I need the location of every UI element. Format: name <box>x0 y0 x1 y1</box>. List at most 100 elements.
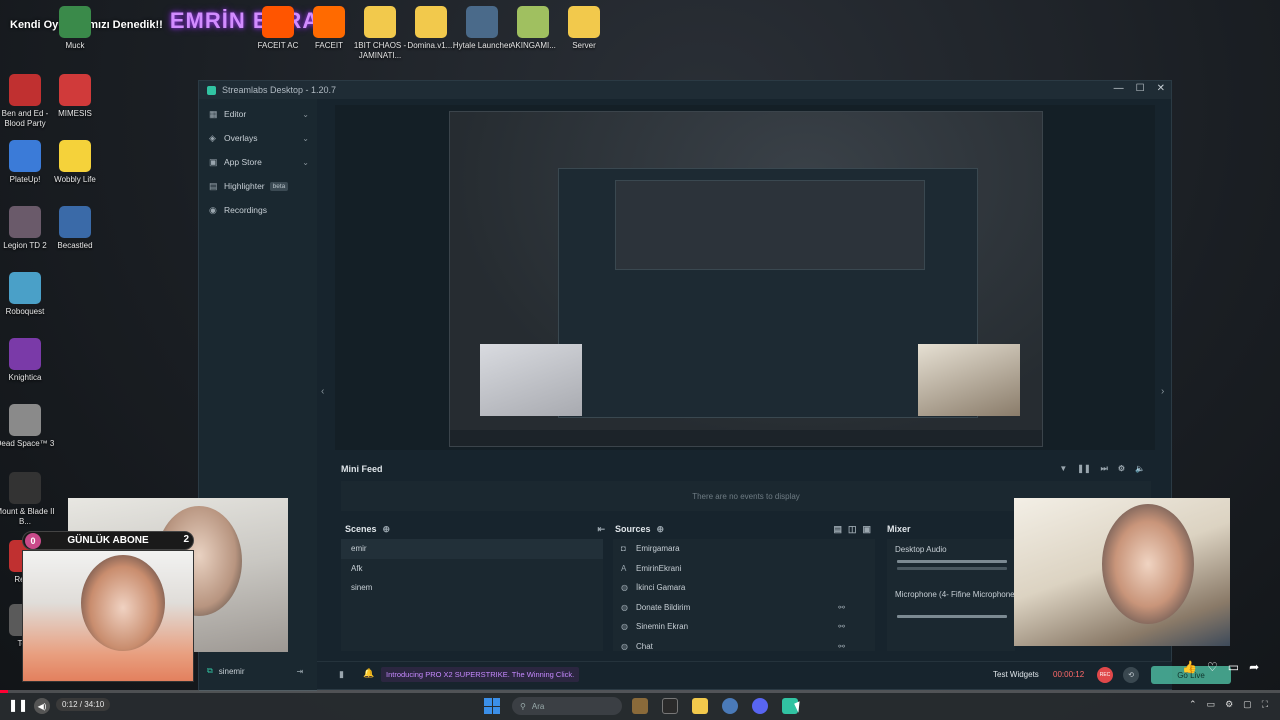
source-item[interactable]: ◍ İkinci Gamara <box>613 578 875 598</box>
taskbar-app-icon[interactable] <box>722 698 738 714</box>
desktop-icon-label: Roboquest <box>5 307 45 316</box>
desktop-icon[interactable]: Becastled <box>44 206 106 251</box>
search-placeholder: Ara <box>531 701 545 711</box>
text-icon: A <box>621 563 627 573</box>
app-icon <box>59 6 91 38</box>
app-icon <box>262 6 294 38</box>
scene-collection[interactable]: ⧉ sinemir ⇥ <box>207 666 303 676</box>
preview-taskbar <box>450 430 1042 446</box>
comment-icon[interactable]: ▭ <box>1228 660 1239 674</box>
collapse-right-icon[interactable]: › <box>1161 386 1164 397</box>
scene-item[interactable]: emir <box>341 539 603 559</box>
add-scene-icon[interactable]: ⊕ <box>383 524 391 535</box>
test-widgets-button[interactable]: Test Widgets <box>993 670 1039 679</box>
app-icon <box>568 6 600 38</box>
source-tools-icon[interactable]: ▤◫▣ <box>833 524 877 535</box>
add-source-icon[interactable]: ⊕ <box>657 524 665 535</box>
notification-icon[interactable]: 🔔 <box>363 668 374 679</box>
desktop-icon-label: Dead Space™ 3 <box>0 439 55 448</box>
chevron-down-icon: ⌄ <box>302 157 309 167</box>
minimize-icon[interactable]: — <box>1114 83 1124 94</box>
taskbar-app-icon[interactable] <box>662 698 678 714</box>
desktop-icon[interactable]: MIMESIS <box>44 74 106 119</box>
desktop-icon[interactable]: Server <box>553 6 615 51</box>
volume-icon[interactable]: 🔈 <box>1135 464 1145 474</box>
app-store-icon: ▣ <box>209 156 218 167</box>
record-button[interactable]: REC <box>1097 667 1113 683</box>
sidebar-item-editor[interactable]: ▦ Editor ⌄ <box>199 102 317 126</box>
scenes-header: Scenes ⊕ ⇤ <box>345 521 605 537</box>
overlays-icon: ◈ <box>209 132 216 143</box>
scene-item[interactable]: Afk <box>341 559 603 579</box>
desktop-icon[interactable]: Wobbly Life <box>44 140 106 185</box>
link-icon[interactable]: ⚯ <box>838 622 845 631</box>
desktop-icon-label: MIMESIS <box>58 109 92 118</box>
maximize-icon[interactable]: ☐ <box>1136 83 1145 94</box>
desktop-icon[interactable]: Roboquest <box>0 272 56 317</box>
sidebar-item-highlighter[interactable]: ▤ Highlighter beta <box>199 174 317 198</box>
skip-icon[interactable]: ⏭ <box>1101 464 1108 474</box>
volume-slider[interactable] <box>897 615 1007 618</box>
taskbar-search[interactable]: ⚲ Ara <box>512 697 622 715</box>
sidebar-item-app-store[interactable]: ▣ App Store ⌄ <box>199 150 317 174</box>
desktop-icon[interactable]: Dead Space™ 3 <box>0 404 56 449</box>
link-icon[interactable]: ⚯ <box>838 642 845 651</box>
app-icon <box>9 206 41 238</box>
webcam-sinem <box>1014 498 1230 646</box>
replay-buffer-icon[interactable]: ⟲ <box>1123 667 1139 683</box>
source-item[interactable]: A EmirinEkrani <box>613 559 875 579</box>
miniplayer-icon[interactable]: ▢ <box>1243 699 1252 710</box>
subtitles-icon[interactable]: ▭ <box>1207 699 1216 710</box>
chevron-up-icon[interactable]: ⌃ <box>1189 699 1197 710</box>
close-icon[interactable]: ✕ <box>1157 83 1165 94</box>
sidebar-item-label: Overlays <box>224 133 258 143</box>
folder-icon[interactable] <box>692 698 708 714</box>
mixer-title: Mixer <box>887 524 911 534</box>
search-icon: ⚲ <box>520 701 526 711</box>
windows-start-icon[interactable] <box>484 698 500 714</box>
taskbar-app-icon[interactable] <box>632 698 648 714</box>
pause-button[interactable]: ❚❚ <box>8 698 28 712</box>
volume-icon[interactable]: ◀) <box>34 698 50 714</box>
source-item[interactable]: ◍ Sinemin Ekran ⚯ <box>613 617 875 637</box>
nested-preview-inner <box>615 180 925 270</box>
app-icon <box>9 140 41 172</box>
camera-icon: ◘ <box>621 544 626 554</box>
promo-banner[interactable]: Introducing PRO X2 SUPERSTRIKE. The Winn… <box>381 667 580 682</box>
link-icon[interactable]: ⚯ <box>838 603 845 612</box>
beta-badge: beta <box>269 181 289 191</box>
collapse-left-icon[interactable]: ‹ <box>321 386 324 397</box>
source-item[interactable]: ◍ Chat ⚯ <box>613 637 875 657</box>
globe-icon: ◍ <box>621 602 628 612</box>
pause-icon[interactable]: ❚❚ <box>1077 464 1090 474</box>
volume-slider[interactable] <box>897 560 1007 563</box>
app-icon <box>9 272 41 304</box>
fullscreen-icon[interactable]: ⛶ <box>1262 699 1268 710</box>
source-item[interactable]: ◘ Emirgamara <box>613 539 875 559</box>
scenes-list: emir Afk sinem <box>341 539 603 651</box>
source-item[interactable]: ◍ Donate Bildirim ⚯ <box>613 598 875 618</box>
desktop-icon[interactable]: Muck <box>44 6 106 51</box>
app-icon <box>9 472 41 504</box>
sidebar-item-overlays[interactable]: ◈ Overlays ⌄ <box>199 126 317 150</box>
scene-item[interactable]: sinem <box>341 578 603 598</box>
collapse-sidebar-icon[interactable]: ⇥ <box>297 667 304 676</box>
share-icon[interactable]: ➦ <box>1249 660 1259 674</box>
mixer-item: Desktop Audio <box>895 545 947 554</box>
highlighter-icon: ▤ <box>209 180 218 191</box>
filter-icon[interactable]: ▼ <box>1059 464 1067 474</box>
scene-collection-label: sinemir <box>218 666 245 676</box>
recordings-icon: ◉ <box>209 204 217 215</box>
sidebar-item-recordings[interactable]: ◉ Recordings <box>199 198 317 222</box>
desktop-icon[interactable]: Knightica <box>0 338 56 383</box>
stats-icon[interactable]: ▮ <box>339 669 344 680</box>
stream-preview[interactable] <box>449 111 1043 447</box>
scene-transitions-icon[interactable]: ⇤ <box>597 524 605 535</box>
desktop-icon[interactable]: Mount & Blade II B... <box>0 472 56 527</box>
system-tray: ⌃ ▭ ⚙ ▢ ⛶ <box>1189 699 1268 710</box>
dislike-icon[interactable]: ♡ <box>1207 660 1218 674</box>
discord-icon[interactable] <box>752 698 768 714</box>
like-icon[interactable]: 👍 <box>1182 660 1197 674</box>
settings-icon[interactable]: ⚙ <box>1225 699 1233 710</box>
settings-icon[interactable]: ⚙ <box>1118 464 1125 474</box>
